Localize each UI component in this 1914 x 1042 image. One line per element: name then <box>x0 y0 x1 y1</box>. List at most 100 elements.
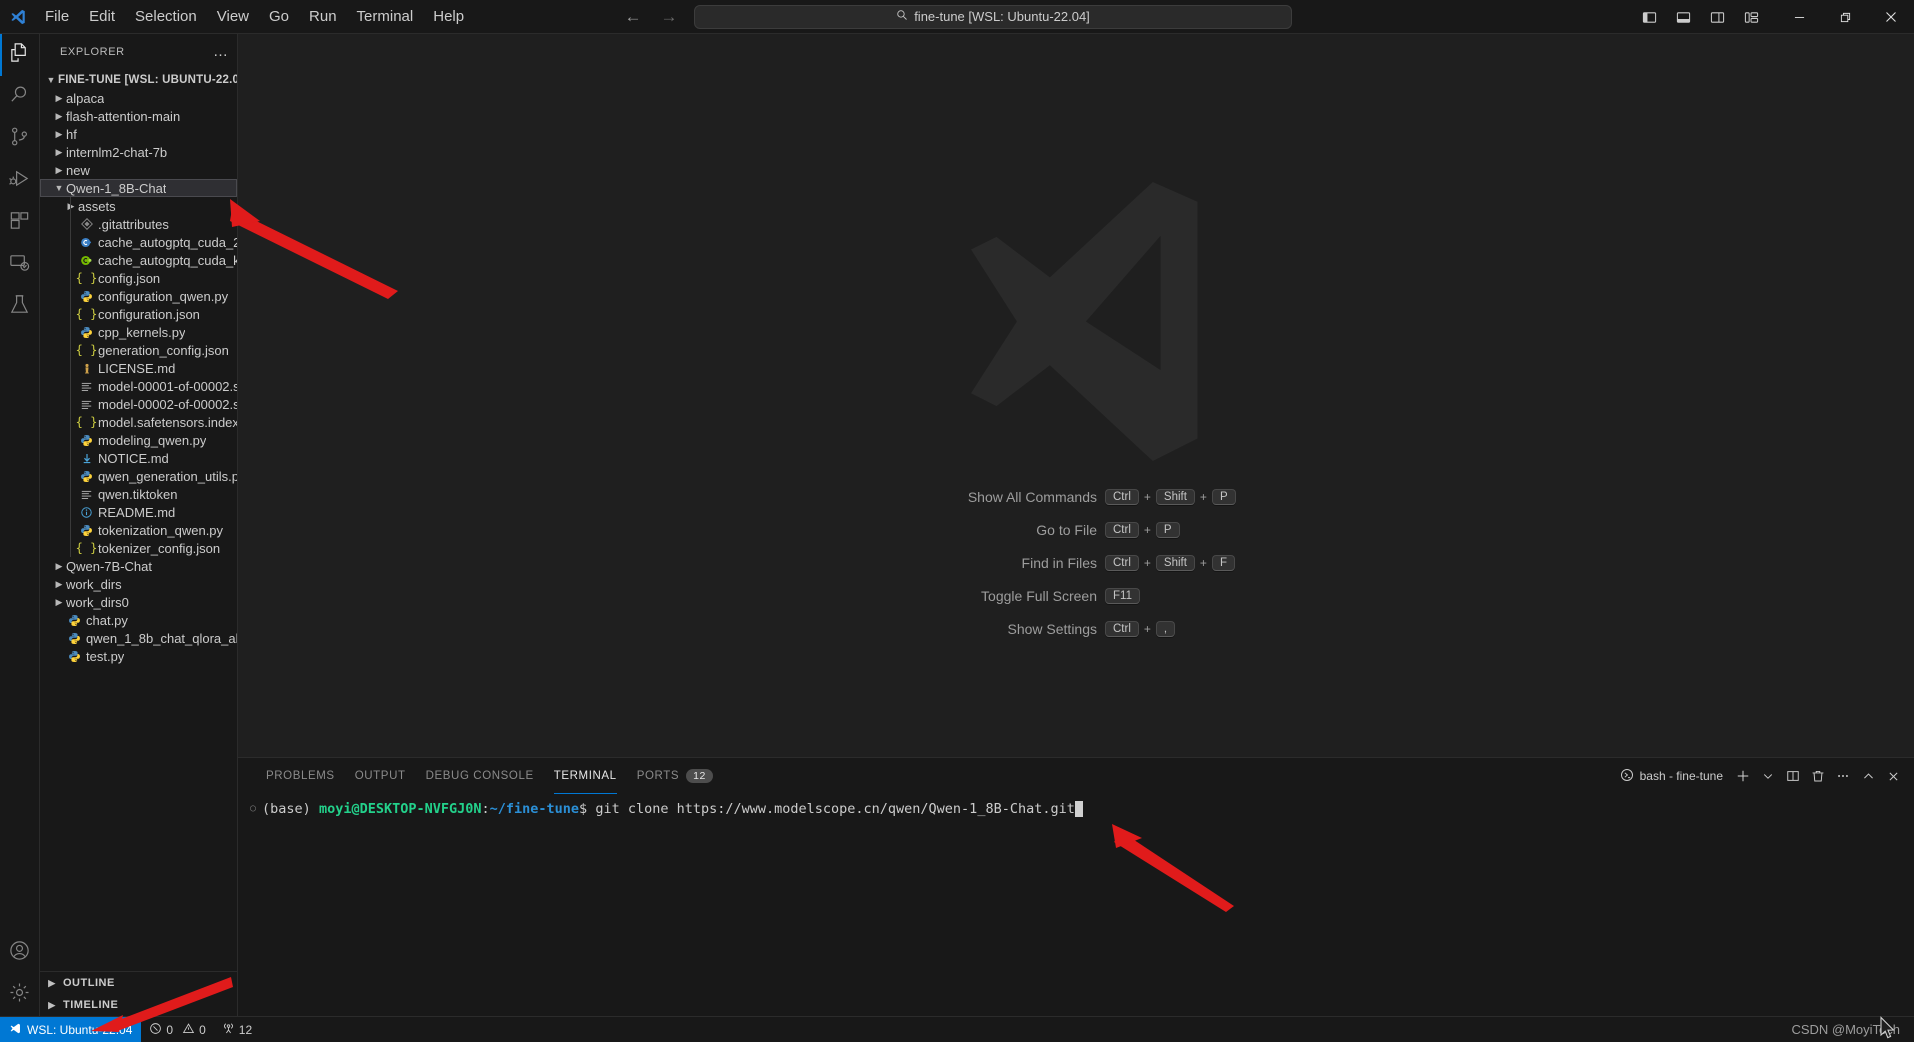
menu-edit[interactable]: Edit <box>80 5 124 28</box>
activity-item-source-control[interactable] <box>0 118 40 160</box>
welcome-shortcut-label[interactable]: Find in Files <box>927 555 1097 571</box>
ports-count: 12 <box>238 1022 253 1037</box>
tree-file-item[interactable]: qwen_1_8b_chat_qlora_alpaca_e3_... <box>40 629 237 647</box>
tab-debug-console[interactable]: DEBUG CONSOLE <box>416 758 544 794</box>
tree-folder-item[interactable]: ▼ Qwen-1_8B-Chat <box>40 179 237 197</box>
menu-terminal[interactable]: Terminal <box>348 5 423 28</box>
window-restore-button[interactable] <box>1822 0 1868 34</box>
terminal-dropdown-button[interactable] <box>1757 764 1779 788</box>
tree-file-item[interactable]: { } configuration.json <box>40 305 237 323</box>
json-file-icon: { } <box>75 307 98 321</box>
tree-file-item[interactable]: qwen.tiktoken <box>40 485 237 503</box>
file-tree[interactable]: ▼ FINE-TUNE [WSL: UBUNTU-22.04] ▶ alpaca ▶… <box>40 69 237 971</box>
python-file-icon <box>78 326 95 339</box>
tab-problems-label: PROBLEMS <box>266 770 335 782</box>
tree-folder-item[interactable]: ▶ alpaca <box>40 89 237 107</box>
terminal-tab-name[interactable]: bash - fine-tune <box>1620 768 1729 785</box>
menu-run[interactable]: Run <box>300 5 346 28</box>
tree-file-item[interactable]: qwen_generation_utils.py <box>40 467 237 485</box>
tab-terminal[interactable]: TERMINAL <box>544 758 627 794</box>
kill-terminal-button[interactable] <box>1807 764 1829 788</box>
tree-file-item[interactable]: tokenization_qwen.py <box>40 521 237 539</box>
tree-item-label: alpaca <box>66 90 105 106</box>
tree-folder-item[interactable]: ▶ Qwen-7B-Chat <box>40 557 237 575</box>
tree-file-item[interactable]: model-00001-of-00002.safetens... <box>40 377 237 395</box>
maximize-panel-button[interactable] <box>1857 764 1879 788</box>
activity-item-accounts[interactable] <box>0 932 40 974</box>
toggle-secondary-sidebar-icon[interactable] <box>1702 3 1732 31</box>
explorer-more-actions-icon[interactable]: … <box>213 43 229 60</box>
tree-folder-item[interactable]: ▶ new <box>40 161 237 179</box>
terminal-output[interactable]: ○ (base) moyi@DESKTOP-NVFGJ0N: ~/fine-tune… <box>238 794 1914 1016</box>
toggle-primary-sidebar-icon[interactable] <box>1634 3 1664 31</box>
tree-folder-item[interactable]: ▶ work_dirs0 <box>40 593 237 611</box>
welcome-shortcut-row: Show All Commands Ctrl + Shift + P <box>927 489 1236 505</box>
activity-item-search[interactable] <box>0 76 40 118</box>
welcome-shortcut-keys: Ctrl + P <box>1105 522 1225 538</box>
json-file-icon: { } <box>75 343 98 357</box>
tree-file-item[interactable]: { } generation_config.json <box>40 341 237 359</box>
window-minimize-button[interactable] <box>1776 0 1822 34</box>
activity-item-testing[interactable] <box>0 286 40 328</box>
activity-item-remote-explorer[interactable] <box>0 244 40 286</box>
tree-file-item[interactable]: model-00002-of-00002.safetens... <box>40 395 237 413</box>
activity-item-extensions[interactable] <box>0 202 40 244</box>
window-close-button[interactable] <box>1868 0 1914 34</box>
tab-ports[interactable]: PORTS 12 <box>627 758 723 794</box>
activity-item-explorer[interactable] <box>0 34 40 76</box>
tree-item-label: qwen_generation_utils.py <box>98 468 237 484</box>
status-ports[interactable]: 12 <box>214 1017 260 1042</box>
timeline-panel-header[interactable]: ▶ TIMELINE <box>40 994 237 1016</box>
tree-file-item[interactable]: { } config.json <box>40 269 237 287</box>
tree-file-item[interactable]: chat.py <box>40 611 237 629</box>
split-terminal-button[interactable] <box>1782 764 1804 788</box>
tree-file-item[interactable]: NOTICE.md <box>40 449 237 467</box>
menu-help[interactable]: Help <box>424 5 473 28</box>
welcome-shortcut-label[interactable]: Show Settings <box>927 621 1098 637</box>
navigate-back-icon[interactable]: ← <box>622 7 644 27</box>
tree-folder-item[interactable]: ▶ flash-attention-main <box>40 107 237 125</box>
tree-file-item[interactable]: { }model.safetensors.index.json <box>40 413 237 431</box>
tree-file-item[interactable]: { } tokenizer_config.json <box>40 539 237 557</box>
customize-layout-icon[interactable] <box>1736 3 1766 31</box>
outline-panel-header[interactable]: ▶ OUTLINE <box>40 972 237 994</box>
tree-file-item[interactable]: README.md <box>40 503 237 521</box>
tree-file-item[interactable]: .gitattributes <box>40 215 237 233</box>
tree-folder-item[interactable]: ▶ hf <box>40 125 237 143</box>
close-panel-button[interactable] <box>1882 764 1904 788</box>
welcome-shortcut-label[interactable]: Show All Commands <box>927 489 1097 505</box>
navigate-forward-icon[interactable]: → <box>658 7 680 27</box>
menu-bar[interactable]: File Edit Selection View Go Run Terminal… <box>36 5 473 28</box>
new-terminal-button[interactable] <box>1732 764 1754 788</box>
tree-folder-item[interactable]: ▶ work_dirs <box>40 575 237 593</box>
toggle-panel-icon[interactable] <box>1668 3 1698 31</box>
tree-folder-item[interactable]: ▶assets <box>40 197 237 215</box>
activity-item-run-and-debug[interactable] <box>0 160 40 202</box>
menu-selection[interactable]: Selection <box>126 5 206 28</box>
error-icon <box>149 1022 162 1038</box>
tab-output[interactable]: OUTPUT <box>345 758 416 794</box>
tree-file-item[interactable]: cpp_kernels.py <box>40 323 237 341</box>
panel-more-actions-button[interactable] <box>1832 764 1854 788</box>
menu-go[interactable]: Go <box>260 5 298 28</box>
menu-view[interactable]: View <box>208 5 258 28</box>
tab-problems[interactable]: PROBLEMS <box>256 758 345 794</box>
tree-file-item[interactable]: test.py <box>40 647 237 665</box>
tree-indent-guide <box>70 539 71 557</box>
tree-file-item[interactable]: cache_autogptq_cuda_256.cpp <box>40 233 237 251</box>
tree-file-item[interactable]: modeling_qwen.py <box>40 431 237 449</box>
status-remote-indicator[interactable]: WSL: Ubuntu-22.04 <box>0 1016 142 1042</box>
welcome-shortcut-label[interactable]: Toggle Full Screen <box>927 588 1097 604</box>
tree-file-item[interactable]: cache_autogptq_cuda_kernel_256... <box>40 251 237 269</box>
quick-input-search-box[interactable]: fine-tune [WSL: Ubuntu-22.04] <box>694 4 1292 29</box>
tree-file-item[interactable]: configuration_qwen.py <box>40 287 237 305</box>
welcome-shortcut-label[interactable]: Go to File <box>927 522 1097 538</box>
tree-file-item[interactable]: LICENSE.md <box>40 359 237 377</box>
tree-indent-guide <box>70 341 71 359</box>
tree-root-folder[interactable]: ▼ FINE-TUNE [WSL: UBUNTU-22.04] <box>40 71 237 89</box>
tree-folder-item[interactable]: ▶ internlm2-chat-7b <box>40 143 237 161</box>
activity-item-settings[interactable] <box>0 974 40 1016</box>
menu-file[interactable]: File <box>36 5 78 28</box>
status-problems[interactable]: 0 0 <box>141 1017 213 1042</box>
warning-count: 0 <box>199 1022 206 1037</box>
